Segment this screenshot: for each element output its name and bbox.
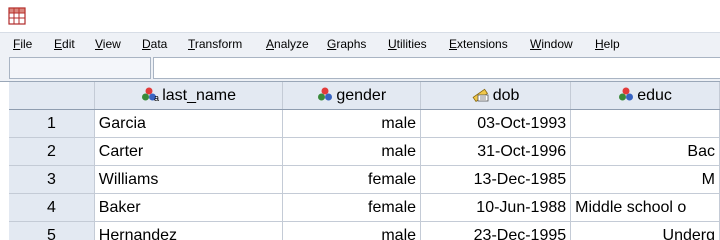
scale-date-icon — [472, 88, 489, 102]
row-number[interactable]: 2 — [9, 137, 95, 166]
row-number[interactable]: 5 — [9, 221, 95, 240]
column-header-dob[interactable]: dob — [420, 82, 572, 110]
cell-last-name[interactable]: Williams — [94, 165, 284, 194]
cell-editor-bar — [0, 55, 720, 82]
cell-gender[interactable]: male — [282, 221, 422, 240]
cell-value-editor[interactable] — [153, 57, 720, 79]
grid-corner[interactable] — [9, 82, 95, 110]
cell-last-name[interactable]: Hernandez — [94, 221, 284, 240]
cell-educ[interactable] — [570, 109, 720, 138]
column-header-educ[interactable]: educ — [570, 82, 720, 110]
table-row: 5 Hernandez male 23-Dec-1995 Underg — [9, 221, 720, 240]
cell-dob[interactable]: 13-Dec-1985 — [420, 165, 572, 194]
menu-file[interactable]: File — [13, 37, 32, 51]
nominal-string-icon: a — [142, 87, 159, 102]
cell-gender[interactable]: female — [282, 165, 422, 194]
cell-dob[interactable]: 31-Oct-1996 — [420, 137, 572, 166]
table-row: 1 Garcia male 03-Oct-1993 — [9, 109, 720, 138]
cell-educ[interactable]: Underg — [570, 221, 720, 240]
row-number[interactable]: 3 — [9, 165, 95, 194]
cell-dob[interactable]: 10-Jun-1988 — [420, 193, 572, 222]
cell-dob[interactable]: 23-Dec-1995 — [420, 221, 572, 240]
cell-last-name[interactable]: Baker — [94, 193, 284, 222]
column-label-dob: dob — [492, 87, 520, 104]
column-header-last-name[interactable]: a last_name — [94, 82, 284, 110]
menu-data[interactable]: Data — [142, 37, 167, 51]
menu-analyze[interactable]: Analyze — [266, 37, 309, 51]
column-label-last-name: last_name — [162, 87, 237, 104]
nominal-icon — [619, 87, 634, 101]
svg-text:a: a — [154, 93, 159, 102]
cell-gender[interactable]: male — [282, 109, 422, 138]
nominal-icon — [318, 87, 333, 101]
menu-utilities[interactable]: Utilities — [388, 37, 427, 51]
menu-extensions[interactable]: Extensions — [449, 37, 508, 51]
cell-dob[interactable]: 03-Oct-1993 — [420, 109, 572, 138]
cell-educ[interactable]: Middle school o — [570, 193, 720, 222]
table-row: 2 Carter male 31-Oct-1996 Bac — [9, 137, 720, 166]
column-label-gender: gender — [336, 87, 387, 104]
menu-help[interactable]: Help — [595, 37, 620, 51]
table-row: 4 Baker female 10-Jun-1988 Middle school… — [9, 193, 720, 222]
table-row: 3 Williams female 13-Dec-1985 M — [9, 165, 720, 194]
menu-bar: File Edit View Data Transform Analyze Gr… — [0, 32, 720, 55]
cell-educ[interactable]: Bac — [570, 137, 720, 166]
cell-last-name[interactable]: Carter — [94, 137, 284, 166]
menu-window[interactable]: Window — [530, 37, 573, 51]
menu-view[interactable]: View — [95, 37, 121, 51]
cell-reference-box[interactable] — [9, 57, 151, 79]
cell-last-name[interactable]: Garcia — [94, 109, 284, 138]
menu-graphs[interactable]: Graphs — [327, 37, 366, 51]
data-grid: a last_name gender dob educ 1 Garcia mal… — [9, 82, 720, 240]
cell-educ[interactable]: M — [570, 165, 720, 194]
column-label-educ: educ — [637, 87, 672, 104]
menu-edit[interactable]: Edit — [54, 37, 75, 51]
cell-gender[interactable]: female — [282, 193, 422, 222]
cell-gender[interactable]: male — [282, 137, 422, 166]
title-bar — [0, 0, 720, 32]
spss-app-icon[interactable] — [8, 7, 26, 25]
row-number[interactable]: 1 — [9, 109, 95, 138]
menu-transform[interactable]: Transform — [188, 37, 242, 51]
row-number[interactable]: 4 — [9, 193, 95, 222]
column-header-gender[interactable]: gender — [282, 82, 422, 110]
